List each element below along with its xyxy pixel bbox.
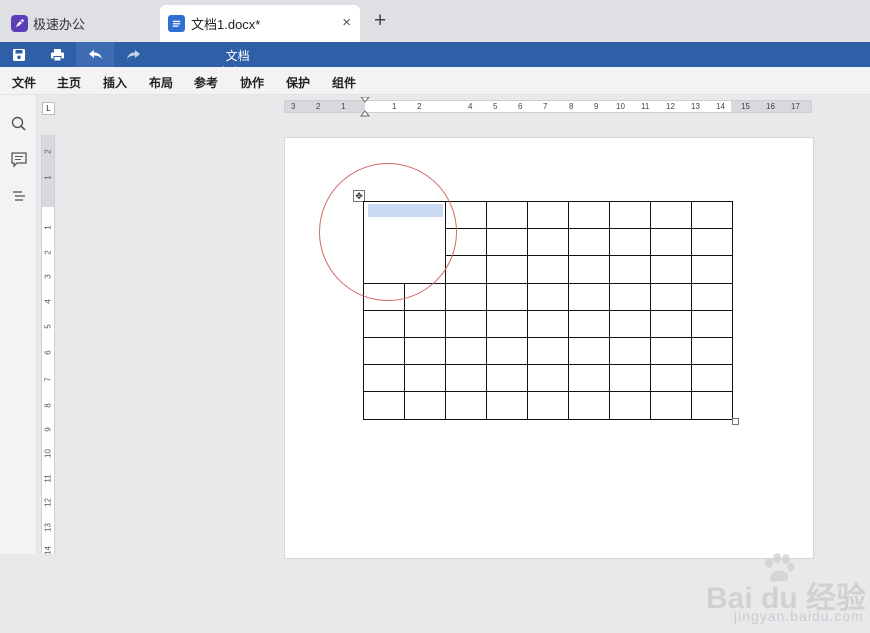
table-gridline [404,283,405,420]
ruler-number: 12 [666,102,675,111]
left-tool-strip [0,95,37,554]
highlight-circle-annotation [319,163,457,301]
table-gridline [363,419,733,420]
table-gridline [486,201,487,420]
rocket-icon [11,15,28,32]
ruler-number: 3 [43,274,53,279]
ruler-number: 13 [691,102,700,111]
menu-layout[interactable]: 布局 [149,74,173,91]
ruler-number: 2 [43,149,53,154]
quick-access-bar: 文档1.docx [0,42,870,78]
ruler-number: 6 [518,102,523,111]
ruler-left-margin [285,101,365,112]
document-workspace: L 3 2 1 1 2 4 5 6 7 8 9 10 11 12 13 14 1… [37,95,870,624]
ruler-number: 13 [43,523,53,532]
ruler-number: 1 [43,225,53,230]
ruler-number: 10 [43,449,53,458]
table-gridline [363,364,733,365]
menu-collaborate[interactable]: 协作 [240,74,264,91]
tab-document-label: 文档1.docx* [191,17,261,32]
ruler-number: 11 [43,474,53,483]
close-tab-icon[interactable]: × [342,14,351,31]
tab-app-home[interactable]: 极速办公 [0,5,150,42]
table-gridline [445,228,733,229]
table-gridline [527,201,528,420]
ruler-number: 8 [43,403,53,408]
ruler-number: 5 [43,324,53,329]
menu-insert[interactable]: 插入 [103,74,127,91]
ruler-number: 16 [766,102,775,111]
indent-marker-icon[interactable] [360,97,370,117]
ruler-number: 2 [43,250,53,255]
table-gridline [568,201,569,420]
menu-home[interactable]: 主页 [57,74,81,91]
ruler-number: 2 [417,102,422,111]
vertical-ruler[interactable]: 2 1 1 2 3 4 5 6 7 8 9 10 11 12 13 14 [41,135,55,555]
horizontal-ruler[interactable]: 3 2 1 1 2 4 5 6 7 8 9 10 11 12 13 14 15 … [284,97,812,117]
new-tab-button[interactable]: + [374,10,386,32]
menu-plugins[interactable]: 组件 [332,74,356,91]
tab-app-label: 极速办公 [33,17,86,32]
ruler-number: 3 [291,102,296,111]
menu-protect[interactable]: 保护 [286,74,310,91]
menu-bar: 文件 主页 插入 布局 参考 协作 保护 组件 [0,67,870,95]
outline-button[interactable] [10,188,28,206]
table-gridline [363,391,733,392]
table-gridline [445,255,733,256]
table-resize-handle[interactable] [732,418,739,425]
comment-icon [11,152,27,168]
ruler-number: 1 [392,102,397,111]
baidu-watermark: Bai du 经验 jingyan.baidu.com [702,553,870,633]
ruler-number: 15 [741,102,750,111]
ruler-number: 4 [43,299,53,304]
table-gridline [363,310,733,311]
table-gridline [732,201,733,420]
table-gridline [650,201,651,420]
ruler-number: 1 [43,175,53,180]
ruler-number: 9 [594,102,599,111]
tab-document[interactable]: 文档1.docx* × [160,5,360,42]
watermark-url: jingyan.baidu.com [734,608,864,624]
ruler-number: 9 [43,427,53,432]
table-gridline [363,337,733,338]
search-button[interactable] [10,115,28,133]
ruler-number: 6 [43,350,53,355]
document-icon [168,15,185,32]
table-gridline [609,201,610,420]
search-icon [11,116,26,131]
ruler-number: 12 [43,498,53,507]
ruler-number: 7 [543,102,548,111]
ruler-number: 1 [341,102,346,111]
ruler-number: 4 [468,102,473,111]
menu-references[interactable]: 参考 [194,74,218,91]
document-page[interactable]: ✥ [284,137,814,559]
outline-icon [13,191,25,201]
ruler-number: 8 [569,102,574,111]
ruler-number: 2 [316,102,321,111]
tab-bar: 极速办公 文档1.docx* × + [0,0,870,42]
table-gridline [691,201,692,420]
ruler-number: 7 [43,377,53,382]
menu-file[interactable]: 文件 [12,74,36,91]
ruler-number: 14 [43,546,53,555]
ruler-number: 11 [641,102,650,111]
ruler-number: 14 [716,102,725,111]
ruler-number: 10 [616,102,625,111]
ruler-number: 5 [493,102,498,111]
tab-stop-selector[interactable]: L [42,102,55,115]
ruler-number: 17 [791,102,800,111]
comments-button[interactable] [10,151,28,169]
